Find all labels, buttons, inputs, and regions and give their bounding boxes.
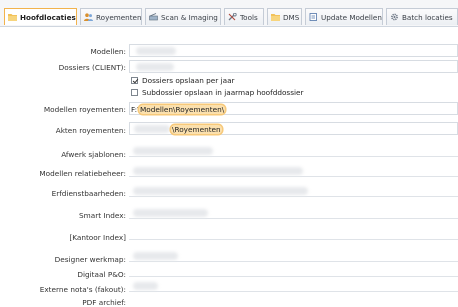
- modellen-relatiebeheer-field[interactable]: [129, 164, 458, 177]
- tab-dms[interactable]: DMS: [267, 8, 302, 25]
- akten-royementen-field[interactable]: \Royementen: [129, 122, 458, 135]
- kantoor-index-field[interactable]: [129, 227, 458, 240]
- redacted-value: [133, 147, 213, 155]
- modellen-field[interactable]: [129, 44, 458, 57]
- designer-werkmap-label: Designer werkmap:: [54, 255, 126, 264]
- tab-tools[interactable]: Tools: [224, 8, 264, 25]
- akten-royementen-label: Akten royementen:: [55, 126, 126, 135]
- people-icon: [84, 13, 93, 21]
- folder-icon: [271, 14, 280, 21]
- update-icon: [309, 13, 317, 21]
- tab-label: Tools: [240, 12, 258, 22]
- modellen-royementen-field[interactable]: F:\ Modellen\Royementen\: [129, 102, 458, 115]
- externe-notas-field[interactable]: [129, 279, 458, 292]
- redacted-value: [136, 47, 176, 55]
- redacted-value: [134, 125, 170, 133]
- afwerk-sjablonen-label: Afwerk sjablonen:: [61, 150, 126, 159]
- redacted-value: [133, 167, 303, 175]
- tools-icon: [228, 13, 237, 21]
- digitaal-po-label: Digitaal P&O:: [77, 270, 126, 279]
- kantoor-index-label: [Kantoor Index]: [69, 233, 126, 242]
- dossiers-per-jaar-label: Dossiers opslaan per jaar: [142, 76, 235, 85]
- erfdienstbaarheden-label: Erfdienstbaarheden:: [51, 189, 126, 198]
- tab-label: Scan & Imaging: [161, 12, 218, 22]
- gear-icon: [391, 13, 398, 21]
- tab-label: Royementen: [96, 12, 142, 22]
- designer-werkmap-field[interactable]: [129, 249, 458, 262]
- tab-royementen[interactable]: Royementen: [80, 8, 142, 25]
- dossiers-label: Dossiers (CLIENT):: [58, 63, 126, 72]
- afwerk-sjablonen-field[interactable]: [129, 144, 458, 157]
- tab-hoofdlocaties[interactable]: Hoofdlocaties: [4, 8, 77, 25]
- digitaal-po-field[interactable]: [129, 264, 458, 277]
- pdf-archief-label: PDF archief:: [82, 298, 126, 307]
- redacted-value: [136, 63, 174, 71]
- tab-label: Update Modellen: [321, 12, 382, 22]
- subdossier-checkbox[interactable]: [131, 89, 138, 96]
- hoofdlocaties-panel: Modellen: Dossiers (CLIENT): Dossiers op…: [0, 27, 458, 307]
- smart-index-field[interactable]: [129, 206, 458, 219]
- akten-royementen-value: \Royementen: [171, 125, 222, 134]
- redacted-value: [133, 252, 178, 260]
- modellen-relatiebeheer-label: Modellen relatiebeheer:: [39, 169, 126, 178]
- erfdienstbaarheden-field[interactable]: [129, 184, 458, 197]
- modellen-royementen-value: Modellen\Royementen\: [139, 105, 226, 114]
- redacted-value: [133, 187, 308, 195]
- dossiers-per-jaar-checkbox[interactable]: [131, 77, 138, 84]
- tab-batch-locaties[interactable]: Batch locaties: [386, 8, 458, 25]
- externe-notas-label: Externe nota's (fakout):: [39, 285, 126, 294]
- modellen-label: Modellen:: [90, 47, 126, 56]
- tab-bar: Hoofdlocaties Royementen Scan & Imaging …: [0, 0, 458, 27]
- tab-label: Hoofdlocaties: [20, 12, 76, 22]
- folder-icon: [8, 14, 17, 21]
- tab-label: DMS: [283, 12, 300, 22]
- tab-label: Batch locaties: [402, 12, 453, 22]
- smart-index-label: Smart Index:: [79, 211, 126, 220]
- tab-update-modellen[interactable]: Update Modellen: [305, 8, 383, 25]
- subdossier-label: Subdossier opslaan in jaarmap hoofddossi…: [142, 88, 304, 97]
- modellen-royementen-label: Modellen royementen:: [43, 105, 126, 114]
- scanner-icon: [149, 13, 158, 21]
- tab-scan-imaging[interactable]: Scan & Imaging: [145, 8, 221, 25]
- redacted-value: [133, 209, 208, 217]
- dossiers-field[interactable]: [129, 60, 458, 73]
- redacted-value: [133, 282, 158, 290]
